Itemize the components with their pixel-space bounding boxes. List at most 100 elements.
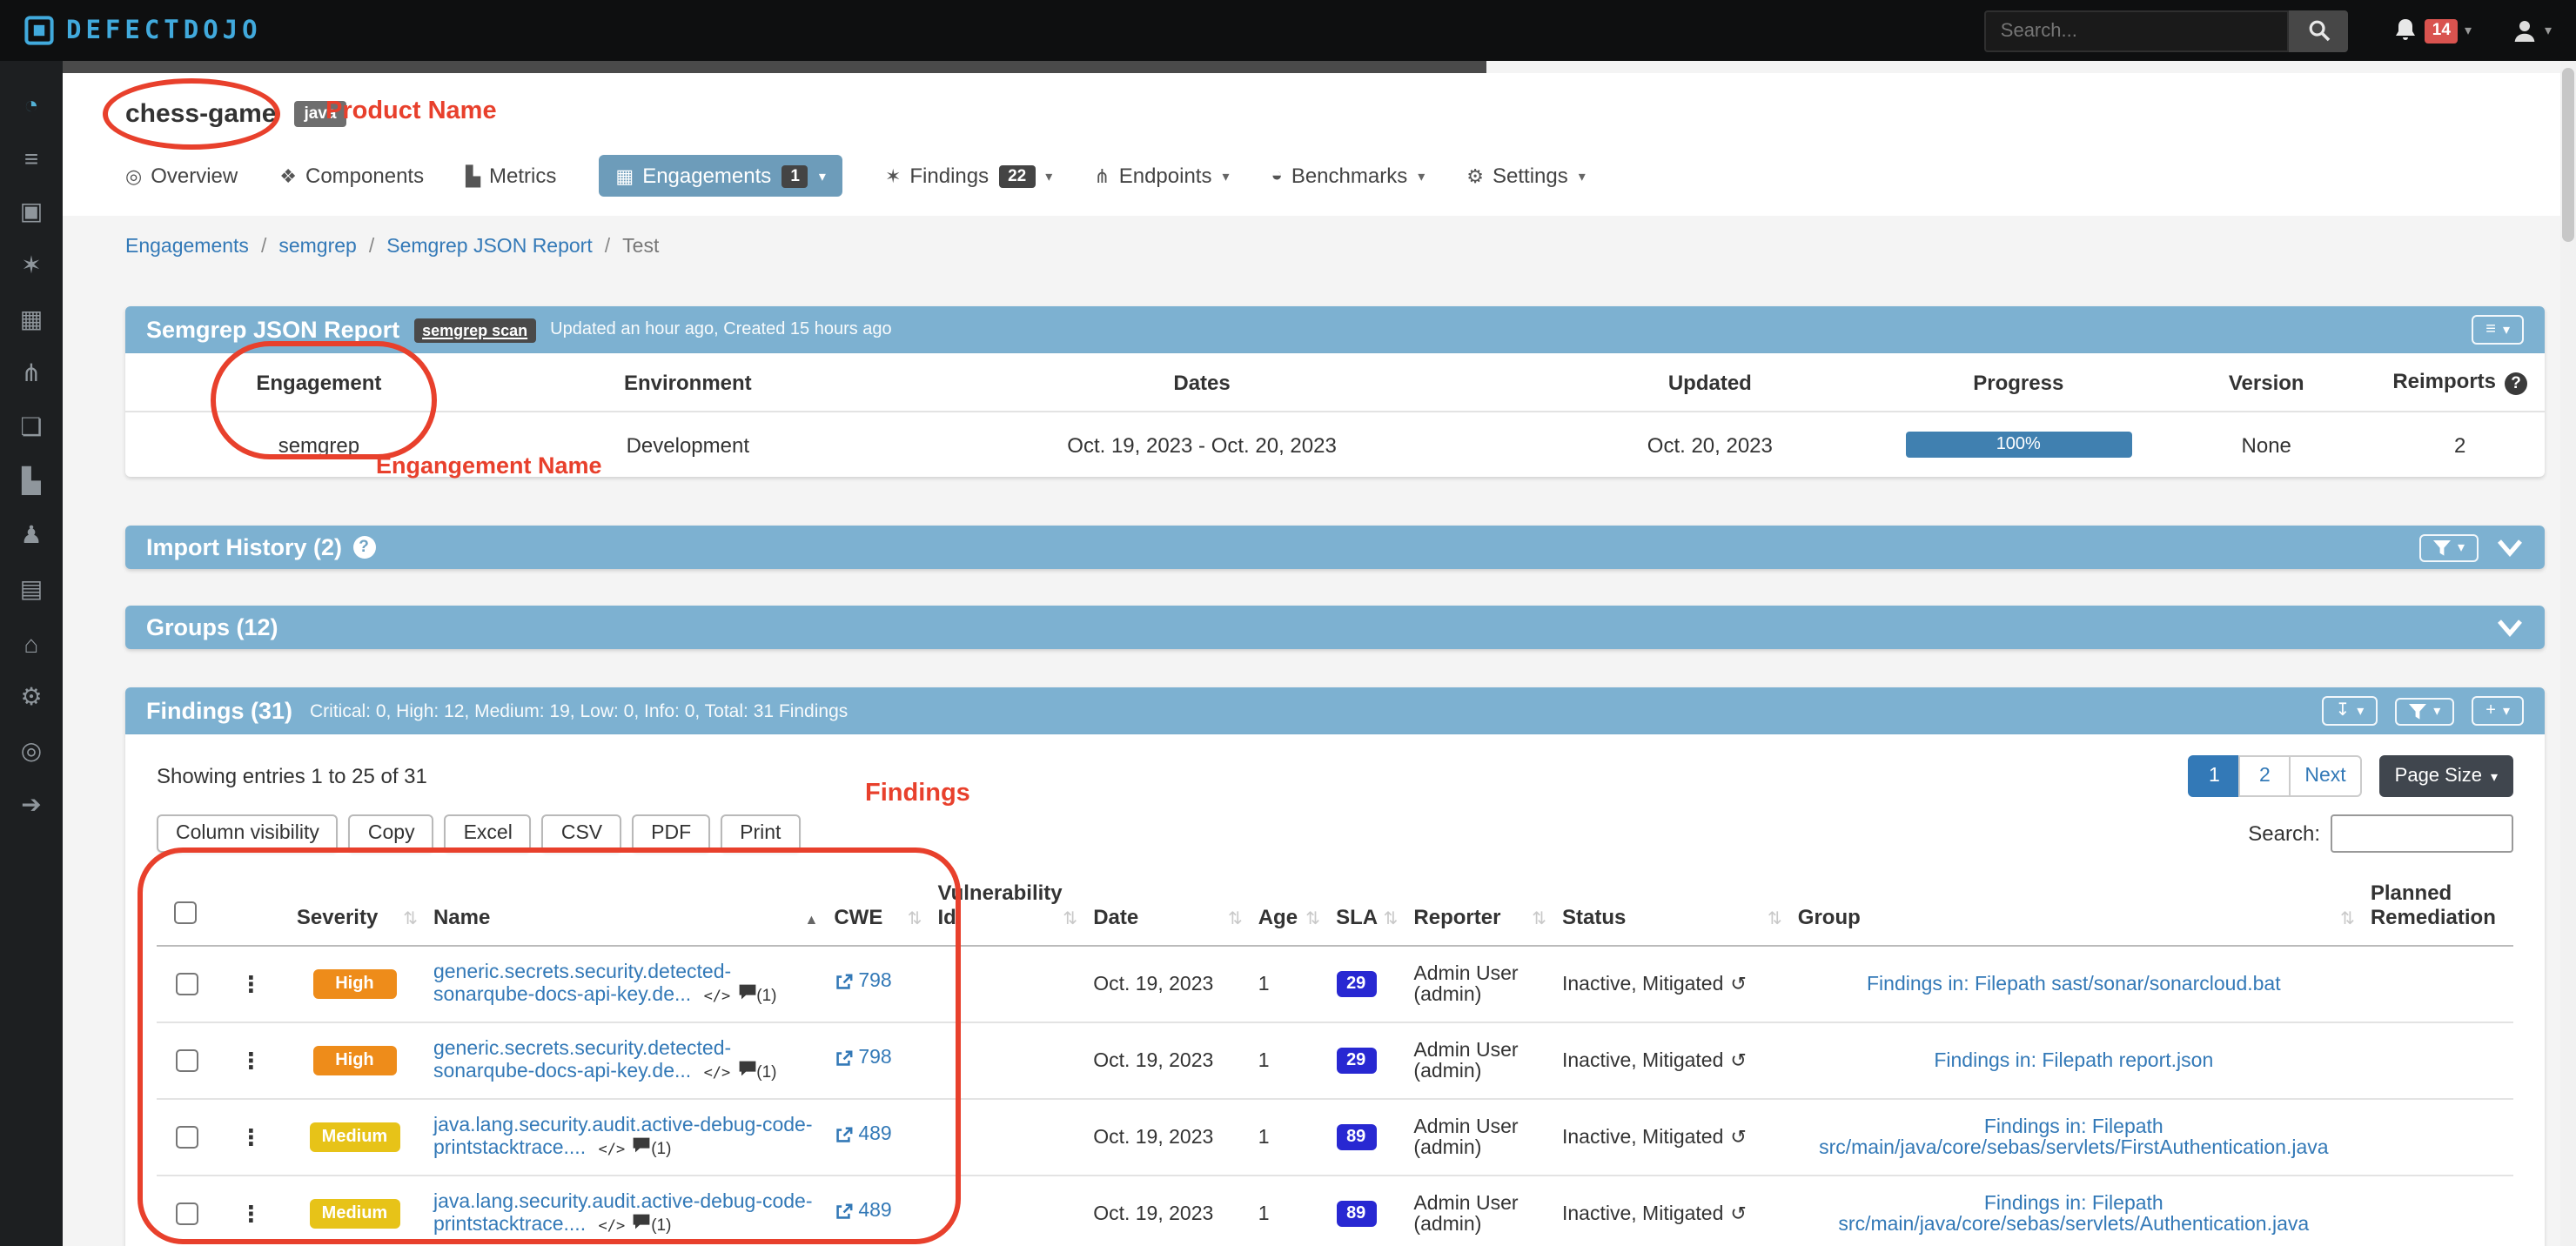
search-input[interactable]: [1985, 10, 2290, 51]
cwe-link[interactable]: 798: [834, 1048, 891, 1069]
cwe-link[interactable]: 489: [834, 1125, 891, 1146]
next-page-button[interactable]: Next: [2289, 755, 2361, 797]
engagement-name[interactable]: semgrep: [125, 412, 513, 477]
page-2-button[interactable]: 2: [2238, 755, 2291, 797]
queue-icon[interactable]: ≡: [0, 131, 63, 184]
date-column-header[interactable]: Date: [1083, 874, 1248, 946]
tab-components[interactable]: ❖ Components: [279, 164, 424, 188]
sort-icon[interactable]: [2340, 905, 2355, 929]
vulnerability-id-column-header[interactable]: Vulnerability Id: [927, 874, 1083, 946]
breadcrumb-semgrep[interactable]: semgrep: [278, 237, 357, 258]
group-link[interactable]: Findings in: Filepath src/main/java/core…: [1819, 1116, 2328, 1158]
planned-remediation-column-header[interactable]: Planned Remediation: [2360, 874, 2513, 946]
group-link[interactable]: Findings in: Filepath src/main/java/core…: [1838, 1193, 2309, 1235]
pdf-button[interactable]: PDF: [632, 814, 710, 853]
sort-icon[interactable]: [403, 905, 418, 929]
history-icon[interactable]: ↺: [1730, 1128, 1746, 1149]
row-actions-icon[interactable]: ⋮: [239, 1047, 262, 1073]
page-size-button[interactable]: Page Size ▾: [2379, 755, 2513, 797]
sort-icon[interactable]: [1305, 905, 1320, 929]
select-all-checkbox[interactable]: [174, 901, 197, 924]
sort-asc-icon[interactable]: [805, 905, 819, 929]
page-1-button[interactable]: 1: [2188, 755, 2240, 797]
expand-chevron-icon[interactable]: [2496, 538, 2524, 557]
products-icon[interactable]: ▣: [0, 184, 63, 238]
sort-icon[interactable]: [1384, 905, 1399, 929]
sort-icon[interactable]: [908, 905, 922, 929]
excel-button[interactable]: Excel: [445, 814, 532, 853]
tab-findings[interactable]: ✶ Findings 22 ▾: [885, 164, 1052, 188]
findings-filter-button[interactable]: ▾: [2395, 697, 2454, 725]
groups-panel[interactable]: Groups (12): [125, 606, 2545, 649]
findings-download-button[interactable]: ↧ ▾: [2321, 696, 2378, 726]
history-icon[interactable]: ↺: [1730, 1051, 1746, 1072]
name-column-header[interactable]: Name: [423, 874, 823, 946]
metrics-icon[interactable]: ▙: [0, 454, 63, 508]
tab-engagements[interactable]: ▦ Engagements 1 ▾: [598, 155, 843, 197]
scrollbar-thumb[interactable]: [2562, 68, 2574, 242]
table-search-input[interactable]: [2331, 814, 2513, 853]
row-checkbox[interactable]: [176, 1126, 198, 1149]
dashboard-icon[interactable]: ◔: [0, 77, 63, 131]
import-history-panel[interactable]: Import History (2) ? ▾: [125, 526, 2545, 569]
sort-icon[interactable]: [1228, 905, 1243, 929]
breadcrumb-engagements[interactable]: Engagements: [125, 237, 249, 258]
print-button[interactable]: Print: [721, 814, 800, 853]
reporter-column-header[interactable]: Reporter: [1403, 874, 1552, 946]
cwe-column-header[interactable]: CWE: [823, 874, 927, 946]
row-checkbox[interactable]: [176, 1202, 198, 1225]
import-history-filter-button[interactable]: ▾: [2419, 533, 2479, 561]
group-link[interactable]: Findings in: Filepath sast/sonar/sonarcl…: [1867, 974, 2281, 995]
finding-name-link[interactable]: generic.secrets.security.detected-sonarq…: [433, 1039, 731, 1082]
help-icon[interactable]: ?: [352, 536, 375, 559]
status-column-header[interactable]: Status: [1552, 874, 1788, 946]
cwe-link[interactable]: 489: [834, 1202, 891, 1223]
tab-endpoints[interactable]: ⋔ Endpoints ▾: [1094, 164, 1229, 188]
expand-chevron-icon[interactable]: [2496, 618, 2524, 637]
sort-icon[interactable]: [1532, 905, 1546, 929]
age-column-header[interactable]: Age: [1248, 874, 1325, 946]
sort-icon[interactable]: [1063, 905, 1077, 929]
row-actions-icon[interactable]: ⋮: [239, 1200, 262, 1226]
history-icon[interactable]: ↺: [1730, 1204, 1746, 1225]
help-icon[interactable]: ◎: [0, 724, 63, 778]
reports-icon[interactable]: ❏: [0, 400, 63, 454]
breadcrumb-report[interactable]: Semgrep JSON Report: [386, 237, 593, 258]
search-button[interactable]: [2290, 10, 2349, 51]
components-icon[interactable]: ⌂: [0, 616, 63, 670]
findings-icon[interactable]: ▦: [0, 292, 63, 346]
scrollbar-track[interactable]: [2560, 61, 2576, 1246]
user-menu[interactable]: ▾: [2513, 18, 2552, 43]
calendar-icon[interactable]: ▤: [0, 562, 63, 616]
logout-icon[interactable]: ➔: [0, 778, 63, 832]
history-icon[interactable]: ↺: [1730, 975, 1746, 995]
row-checkbox[interactable]: [176, 1049, 198, 1072]
row-actions-icon[interactable]: ⋮: [239, 1123, 262, 1149]
brand[interactable]: DEFECTDOJO: [24, 16, 262, 45]
updated-link[interactable]: Oct. 20, 2023: [1540, 412, 1879, 477]
help-icon[interactable]: ?: [2505, 372, 2527, 395]
group-column-header[interactable]: Group: [1788, 874, 2360, 946]
copy-button[interactable]: Copy: [349, 814, 434, 853]
findings-add-button[interactable]: + ▾: [2472, 696, 2524, 726]
sort-icon[interactable]: [1768, 905, 1782, 929]
tab-benchmarks[interactable]: ◒ Benchmarks ▾: [1271, 164, 1426, 188]
row-checkbox[interactable]: [176, 973, 198, 995]
cwe-link[interactable]: 798: [834, 972, 891, 993]
row-actions-icon[interactable]: ⋮: [239, 970, 262, 996]
severity-column-header[interactable]: Severity: [286, 874, 423, 946]
configuration-gear-icon[interactable]: ⚙: [0, 670, 63, 724]
column-visibility-button[interactable]: Column visibility: [157, 814, 339, 853]
tab-overview[interactable]: ◎ Overview: [125, 164, 238, 188]
notifications-menu[interactable]: 14 ▾: [2394, 17, 2472, 44]
csv-button[interactable]: CSV: [542, 814, 621, 853]
sla-column-header[interactable]: SLA: [1325, 874, 1403, 946]
users-icon[interactable]: ♟: [0, 508, 63, 562]
group-link[interactable]: Findings in: Filepath report.json: [1934, 1050, 2213, 1071]
engagements-icon[interactable]: ✶: [0, 238, 63, 292]
report-menu-button[interactable]: ≡ ▾: [2472, 315, 2524, 345]
finding-name-link[interactable]: generic.secrets.security.detected-sonarq…: [433, 962, 731, 1006]
endpoints-icon[interactable]: ⋔: [0, 346, 63, 400]
tab-settings[interactable]: ⚙ Settings ▾: [1466, 164, 1586, 188]
tab-metrics[interactable]: ▙ Metrics: [466, 164, 556, 188]
